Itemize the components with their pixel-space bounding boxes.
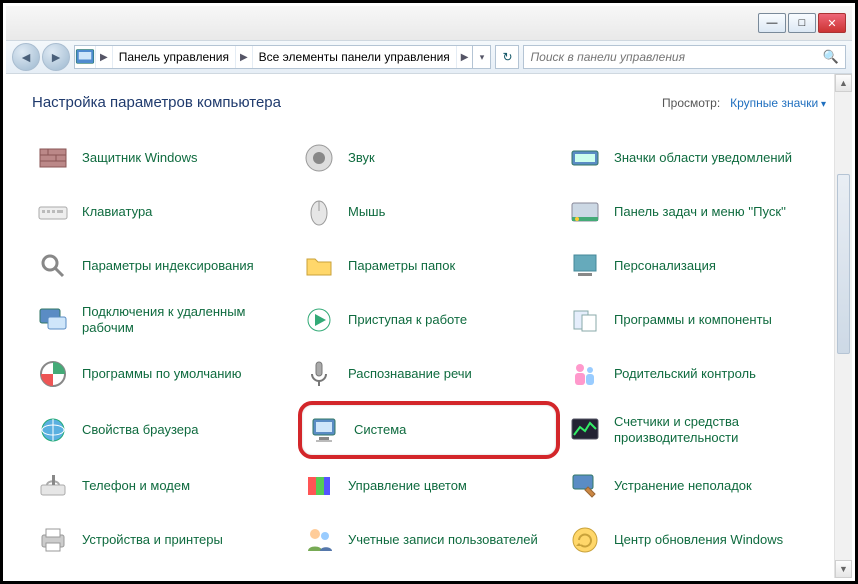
item-label: Свойства браузера bbox=[82, 422, 198, 438]
search-box[interactable]: 🔍 bbox=[523, 45, 846, 69]
control-panel-item[interactable]: Программы по умолчанию bbox=[32, 347, 294, 401]
item-label: Распознавание речи bbox=[348, 366, 472, 382]
control-panel-item[interactable]: Устройства и принтеры bbox=[32, 513, 294, 567]
control-panel-item[interactable]: Подключения к удаленным рабочим bbox=[32, 293, 294, 347]
chevron-right-icon: ▶ bbox=[456, 46, 473, 68]
control-panel-item[interactable]: Панель задач и меню ''Пуск'' bbox=[564, 185, 826, 239]
modem-icon bbox=[36, 469, 70, 503]
navbar: ◄ ► ▶ Панель управления ▶ Все элементы п… bbox=[6, 40, 852, 74]
control-panel-item[interactable]: Устранение неполадок bbox=[564, 459, 826, 513]
item-label: Параметры индексирования bbox=[82, 258, 254, 274]
control-panel-item[interactable]: Учетные записи пользователей bbox=[298, 513, 560, 567]
control-panel-item[interactable]: Распознавание речи bbox=[298, 347, 560, 401]
item-label: Телефон и модем bbox=[82, 478, 190, 494]
item-label: Программы и компоненты bbox=[614, 312, 772, 328]
scroll-up-button[interactable]: ▲ bbox=[835, 74, 852, 92]
start-icon bbox=[302, 303, 336, 337]
system-icon bbox=[308, 413, 342, 447]
mouse-icon bbox=[302, 195, 336, 229]
control-panel-item[interactable]: Счетчики и средства производительности bbox=[564, 401, 826, 459]
nav-forward-button[interactable]: ► bbox=[42, 43, 70, 71]
printer-icon bbox=[36, 523, 70, 557]
maximize-button[interactable]: □ bbox=[788, 13, 816, 33]
control-panel-item[interactable]: Параметры индексирования bbox=[32, 239, 294, 293]
page-title: Настройка параметров компьютера bbox=[32, 94, 281, 111]
view-mode-dropdown[interactable]: Крупные значки bbox=[730, 96, 826, 110]
control-panel-item[interactable]: Система bbox=[306, 407, 552, 453]
control-panel-item[interactable]: Телефон и модем bbox=[32, 459, 294, 513]
persona-icon bbox=[568, 249, 602, 283]
item-label: Центр обновления Windows bbox=[614, 532, 783, 548]
inet-icon bbox=[36, 413, 70, 447]
control-panel-item[interactable]: Центр обновления Windows bbox=[564, 513, 826, 567]
control-panel-item[interactable]: Персонализация bbox=[564, 239, 826, 293]
item-label: Приступая к работе bbox=[348, 312, 467, 328]
remote-icon bbox=[36, 303, 70, 337]
nav-back-button[interactable]: ◄ bbox=[12, 43, 40, 71]
defaults-icon bbox=[36, 357, 70, 391]
item-label: Управление цветом bbox=[348, 478, 467, 494]
item-label: Защитник Windows bbox=[82, 150, 197, 166]
item-label: Счетчики и средства производительности bbox=[614, 414, 822, 447]
color-icon bbox=[302, 469, 336, 503]
control-panel-item[interactable]: Управление цветом bbox=[298, 459, 560, 513]
titlebar: — □ ✕ bbox=[6, 6, 852, 40]
control-panel-item[interactable]: Свойства браузера bbox=[32, 401, 294, 459]
search-input[interactable] bbox=[530, 50, 822, 64]
item-label: Программы по умолчанию bbox=[82, 366, 241, 382]
control-panel-item[interactable]: Приступая к работе bbox=[298, 293, 560, 347]
item-label: Панель задач и меню ''Пуск'' bbox=[614, 204, 786, 220]
parent-icon bbox=[568, 357, 602, 391]
address-dropdown[interactable]: ▾ bbox=[472, 46, 490, 68]
item-label: Родительский контроль bbox=[614, 366, 756, 382]
speaker-icon bbox=[302, 141, 336, 175]
refresh-button[interactable]: ↻ bbox=[495, 45, 519, 69]
control-panel-item[interactable]: Значки области уведомлений bbox=[564, 131, 826, 185]
item-label: Система bbox=[354, 422, 406, 438]
breadcrumb-sub[interactable]: Все элементы панели управления bbox=[252, 46, 456, 68]
scroll-thumb[interactable] bbox=[837, 174, 850, 354]
speech-icon bbox=[302, 357, 336, 391]
perf-icon bbox=[568, 413, 602, 447]
control-panel-item[interactable]: Параметры папок bbox=[298, 239, 560, 293]
search-icon[interactable]: 🔍 bbox=[823, 49, 839, 65]
item-label: Персонализация bbox=[614, 258, 716, 274]
keyboard-icon bbox=[36, 195, 70, 229]
brick-icon bbox=[36, 141, 70, 175]
chevron-right-icon: ▶ bbox=[235, 46, 252, 68]
item-label: Клавиатура bbox=[82, 204, 152, 220]
programs-icon bbox=[568, 303, 602, 337]
item-label: Параметры папок bbox=[348, 258, 455, 274]
address-bar[interactable]: ▶ Панель управления ▶ Все элементы панел… bbox=[74, 45, 491, 69]
taskbar-icon bbox=[568, 195, 602, 229]
control-panel-icon bbox=[75, 47, 95, 67]
item-label: Звук bbox=[348, 150, 375, 166]
minimize-button[interactable]: — bbox=[758, 13, 786, 33]
close-button[interactable]: ✕ bbox=[818, 13, 846, 33]
control-panel-item[interactable]: Звук bbox=[298, 131, 560, 185]
item-label: Мышь bbox=[348, 204, 385, 220]
trouble-icon bbox=[568, 469, 602, 503]
tray-icon bbox=[568, 141, 602, 175]
folder-icon bbox=[302, 249, 336, 283]
item-label: Подключения к удаленным рабочим bbox=[82, 304, 290, 337]
item-label: Устройства и принтеры bbox=[82, 532, 223, 548]
index-icon bbox=[36, 249, 70, 283]
control-panel-item[interactable]: Защитник Windows bbox=[32, 131, 294, 185]
control-panel-item[interactable]: Клавиатура bbox=[32, 185, 294, 239]
update-icon bbox=[568, 523, 602, 557]
users-icon bbox=[302, 523, 336, 557]
control-panel-item[interactable]: Программы и компоненты bbox=[564, 293, 826, 347]
control-panel-item[interactable]: Мышь bbox=[298, 185, 560, 239]
item-label: Значки области уведомлений bbox=[614, 150, 792, 166]
breadcrumb-root[interactable]: Панель управления bbox=[112, 46, 235, 68]
view-label: Просмотр: bbox=[662, 96, 720, 110]
chevron-right-icon: ▶ bbox=[95, 46, 112, 68]
control-panel-item[interactable]: Родительский контроль bbox=[564, 347, 826, 401]
scroll-down-button[interactable]: ▼ bbox=[835, 560, 852, 578]
item-label: Учетные записи пользователей bbox=[348, 532, 538, 548]
item-label: Устранение неполадок bbox=[614, 478, 752, 494]
scrollbar-vertical[interactable]: ▲ ▼ bbox=[834, 74, 852, 578]
